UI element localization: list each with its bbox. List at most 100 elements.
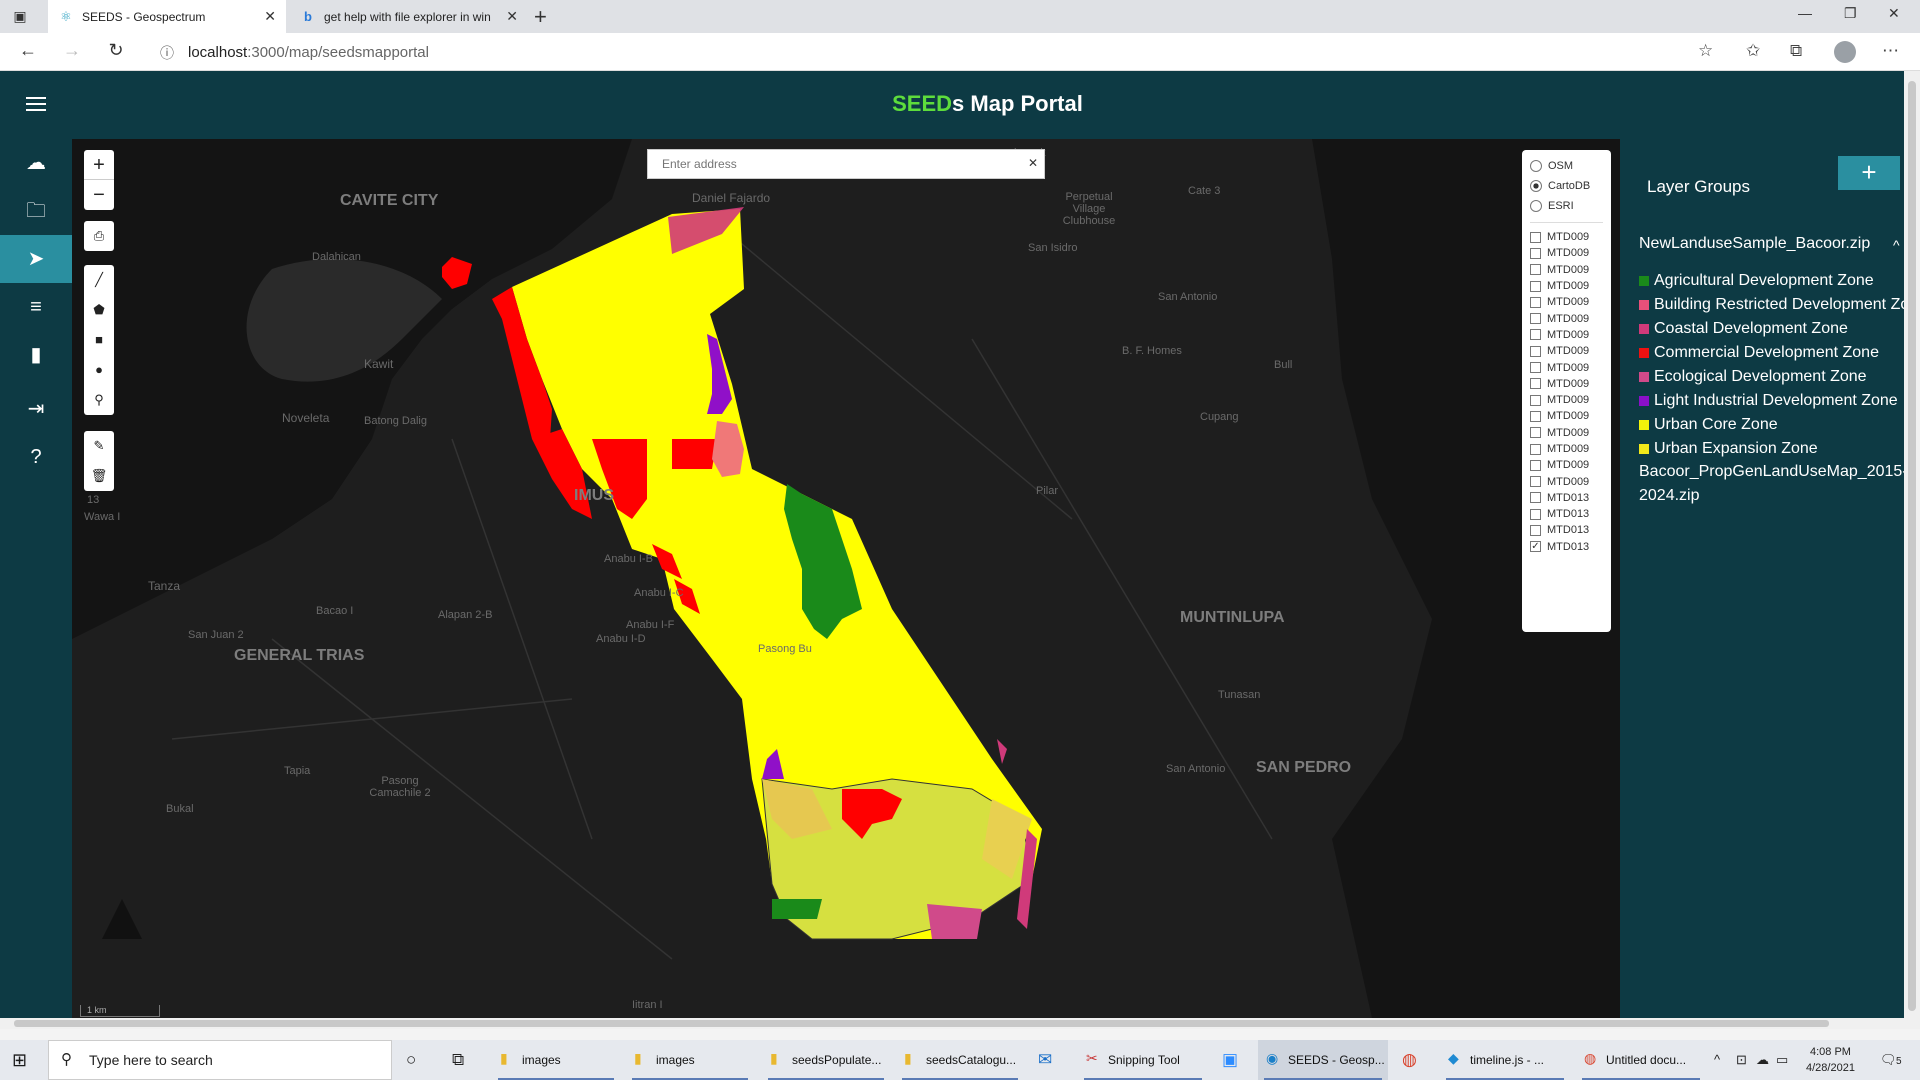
delete-layers-icon[interactable]: 🗑 xyxy=(84,461,114,491)
help-icon[interactable]: ? xyxy=(0,433,72,481)
favorites-icon[interactable]: ✩ xyxy=(1746,41,1760,61)
checkbox-icon[interactable] xyxy=(1530,524,1541,536)
taskbar-item-explorer[interactable]: ▮ images xyxy=(626,1040,754,1080)
scroll-thumb[interactable] xyxy=(1908,81,1916,1011)
horizontal-scrollbar[interactable] xyxy=(0,1018,1904,1029)
basemap-option-cartodb[interactable]: CartoDB xyxy=(1530,176,1611,196)
checkbox-icon[interactable] xyxy=(1530,362,1541,374)
checkbox-icon[interactable] xyxy=(1530,264,1541,276)
print-icon[interactable]: ⎙ xyxy=(84,221,114,251)
back-icon[interactable]: ← xyxy=(16,40,40,61)
radio-icon[interactable] xyxy=(1530,200,1542,212)
legend-item[interactable]: Building Restricted Development Zone xyxy=(1639,293,1904,317)
checkbox-icon[interactable] xyxy=(1530,296,1541,308)
basemap-option-esri[interactable]: ESRI xyxy=(1530,196,1611,216)
overlay-layer-item[interactable]: MTD009 xyxy=(1530,343,1611,359)
overlay-layer-item[interactable]: MTD009 xyxy=(1530,245,1611,261)
chrome-icon[interactable]: ◍ xyxy=(1402,1050,1417,1070)
address-search-input[interactable] xyxy=(648,150,1008,178)
scroll-thumb[interactable] xyxy=(14,1020,1829,1027)
checkbox-icon[interactable] xyxy=(1530,394,1541,406)
legend-item[interactable]: Commercial Development Zone xyxy=(1639,341,1904,365)
map-canvas[interactable]: CAVITE CITY Daniel Fajardo Dalahican Kaw… xyxy=(72,139,1620,1018)
taskbar-item-snipping[interactable]: ✂ Snipping Tool xyxy=(1078,1040,1208,1080)
new-tab-button[interactable]: + xyxy=(534,4,547,30)
onedrive-icon[interactable]: ☁ xyxy=(1756,1052,1769,1068)
draw-marker-icon[interactable]: ⚲ xyxy=(84,385,114,415)
vertical-scrollbar[interactable] xyxy=(1904,71,1920,1029)
more-menu-icon[interactable]: ⋯ xyxy=(1882,41,1899,61)
overlay-layer-item[interactable]: MTD009 xyxy=(1530,310,1611,326)
commercial-zone[interactable] xyxy=(672,439,717,469)
overlay-layer-item[interactable]: MTD009 xyxy=(1530,229,1611,245)
close-tab-icon[interactable]: ✕ xyxy=(264,8,276,25)
checkbox-icon[interactable] xyxy=(1530,280,1541,292)
minimize-window-icon[interactable]: — xyxy=(1798,5,1812,21)
add-favorite-icon[interactable]: ☆ xyxy=(1698,41,1713,61)
system-clock[interactable]: 4:08 PM 4/28/2021 xyxy=(1806,1044,1855,1076)
browser-tab-bing[interactable]: b get help with file explorer in win ✕ xyxy=(290,0,528,33)
radio-selected-icon[interactable] xyxy=(1530,180,1542,192)
chevron-up-icon[interactable]: ^ xyxy=(1893,237,1900,253)
checkbox-icon[interactable] xyxy=(1530,459,1541,471)
upload-cloud-icon[interactable]: ☁ xyxy=(0,139,72,187)
draw-rectangle-icon[interactable]: ■ xyxy=(84,325,114,355)
login-icon[interactable]: ⇥ xyxy=(0,385,72,433)
browser-tab-seeds[interactable]: ⚛ SEEDS - Geospectrum ✕ xyxy=(48,0,286,33)
legend-item[interactable]: Agricultural Development Zone xyxy=(1639,269,1904,293)
close-tab-icon[interactable]: ✕ xyxy=(506,8,518,25)
refresh-icon[interactable]: ↻ xyxy=(104,40,128,61)
checkbox-icon[interactable] xyxy=(1530,443,1541,455)
checkbox-icon[interactable] xyxy=(1530,345,1541,357)
taskbar-item-chrome-doc[interactable]: ◍ Untitled docu... xyxy=(1576,1040,1706,1080)
coastal-zone[interactable] xyxy=(997,739,1007,764)
taskbar-search[interactable]: ⚲ Type here to search xyxy=(48,1040,392,1080)
draw-polygon-icon[interactable]: ⬟ xyxy=(84,295,114,325)
forward-icon[interactable]: → xyxy=(60,40,84,61)
draw-polyline-icon[interactable]: ╱ xyxy=(84,265,114,295)
checkbox-icon[interactable] xyxy=(1530,492,1541,504)
checkbox-icon[interactable] xyxy=(1530,378,1541,390)
zoom-in-button[interactable]: + xyxy=(84,150,114,180)
checkbox-icon[interactable] xyxy=(1530,247,1541,259)
overlay-layer-item[interactable]: MTD009 xyxy=(1530,441,1611,457)
task-view-icon[interactable]: ⧉ xyxy=(452,1050,464,1070)
overlay-layer-item[interactable]: MTD013 xyxy=(1530,506,1611,522)
overlay-layer-item[interactable]: MTD009 xyxy=(1530,425,1611,441)
overlay-layer-item[interactable]: ✓ MTD013 xyxy=(1530,539,1611,555)
overlay-layer-item[interactable]: MTD009 xyxy=(1530,408,1611,424)
legend-item[interactable]: Ecological Development Zone xyxy=(1639,365,1904,389)
checkbox-icon[interactable] xyxy=(1530,313,1541,325)
zoom-app-icon[interactable]: ▣ xyxy=(1222,1050,1238,1070)
overlay-layer-item[interactable]: MTD009 xyxy=(1530,294,1611,310)
restore-window-icon[interactable]: ❐ xyxy=(1844,5,1857,22)
site-info-icon[interactable]: ⓘ xyxy=(160,43,174,63)
overlay-layer-item[interactable]: MTD013 xyxy=(1530,490,1611,506)
checkbox-icon[interactable] xyxy=(1530,508,1541,520)
taskbar-item-explorer[interactable]: ▮ seedsCatalogu... xyxy=(896,1040,1024,1080)
checkbox-icon[interactable] xyxy=(1530,476,1541,488)
windows-start-icon[interactable]: ⊞ xyxy=(12,1050,27,1071)
filter-icon[interactable]: ≡ xyxy=(0,283,72,331)
add-layer-group-button[interactable]: + xyxy=(1838,156,1900,190)
taskbar-item-explorer[interactable]: ▮ images xyxy=(492,1040,620,1080)
overlay-layer-item[interactable]: MTD009 xyxy=(1530,327,1611,343)
overlay-layer-item[interactable]: MTD009 xyxy=(1530,457,1611,473)
legend-item[interactable]: Coastal Development Zone xyxy=(1639,317,1904,341)
taskbar-item-explorer[interactable]: ▮ seedsPopulate... xyxy=(762,1040,890,1080)
url-field[interactable]: ⓘ localhost:3000/map/seedsmapportal xyxy=(146,38,1708,66)
close-window-icon[interactable]: ✕ xyxy=(1888,5,1900,22)
layer-group-name[interactable]: NewLanduseSample_Bacoor.zip xyxy=(1639,235,1870,253)
ecological-zone[interactable] xyxy=(927,904,982,939)
network-icon[interactable]: ▭ xyxy=(1776,1052,1788,1068)
cortana-icon[interactable]: ○ xyxy=(406,1050,416,1070)
navigate-icon[interactable]: ➤ xyxy=(0,235,72,283)
overlay-layer-item[interactable]: MTD009 xyxy=(1530,473,1611,489)
zoom-out-button[interactable]: − xyxy=(84,180,114,210)
overlay-layer-item[interactable]: MTD013 xyxy=(1530,522,1611,538)
taskbar-item-vscode[interactable]: ◆ timeline.js - ... xyxy=(1440,1040,1570,1080)
notifications-icon[interactable]: 🗨 xyxy=(1880,1052,1897,1068)
agricultural-zone[interactable] xyxy=(772,899,822,919)
overlay-layer-item[interactable]: MTD009 xyxy=(1530,376,1611,392)
legend-item[interactable]: Urban Expansion Zone xyxy=(1639,437,1904,461)
